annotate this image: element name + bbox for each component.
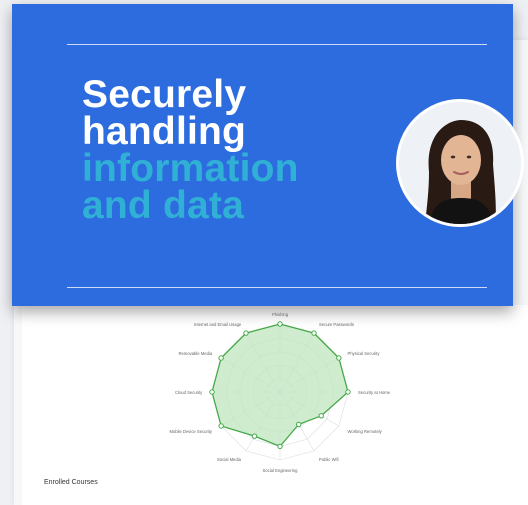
radar-axis-label: Cloud Security <box>175 389 203 395</box>
course-banner[interactable]: Securely handling information and data <box>12 4 524 306</box>
radar-series-area <box>211 323 349 448</box>
headline-line-2: handling <box>82 110 247 153</box>
radar-axis-label: Phishing <box>272 311 289 317</box>
radar-point-8 <box>218 423 224 429</box>
radar-point-9 <box>209 389 215 395</box>
radar-point-6 <box>277 443 283 450</box>
radar-axis-label: Physical Security <box>347 350 380 356</box>
enrolled-courses-heading: Enrolled Courses <box>44 479 98 486</box>
banner-headline: Securely handling information and data <box>82 73 299 227</box>
radar-point-3 <box>345 389 351 395</box>
headline-line-1: Securely <box>82 73 247 116</box>
radar-axis-label: Social Engineering <box>262 467 298 473</box>
headline-line-3: information <box>82 147 299 190</box>
radar-point-0 <box>277 321 283 327</box>
radar-point-4 <box>318 413 324 419</box>
radar-point-10 <box>218 355 224 361</box>
radar-point-1 <box>311 330 317 336</box>
radar-axis-label: Internet and Email Usage <box>194 321 242 327</box>
presenter-avatar-icon <box>399 102 521 224</box>
radar-axis-label: Removable Media <box>178 350 213 356</box>
banner-top-rule <box>67 44 487 45</box>
presenter-avatar <box>396 99 524 227</box>
radar-axis-label: Public Wifi <box>319 457 339 463</box>
radar-point-11 <box>243 330 249 336</box>
radar-point-5 <box>296 421 302 428</box>
headline-line-4: and data <box>82 184 244 227</box>
radar-axis-label: Working Remotely <box>347 428 382 434</box>
radar-point-7 <box>251 433 258 439</box>
banner-bottom-rule <box>67 287 487 288</box>
radar-axis-label: Social Media <box>217 457 241 463</box>
radar-axis-label: Secure Passwords <box>319 321 354 327</box>
radar-axis-label: Security at Home <box>358 389 391 395</box>
radar-point-2 <box>336 355 342 361</box>
radar-axis-label: Mobile Device Security <box>169 428 213 434</box>
